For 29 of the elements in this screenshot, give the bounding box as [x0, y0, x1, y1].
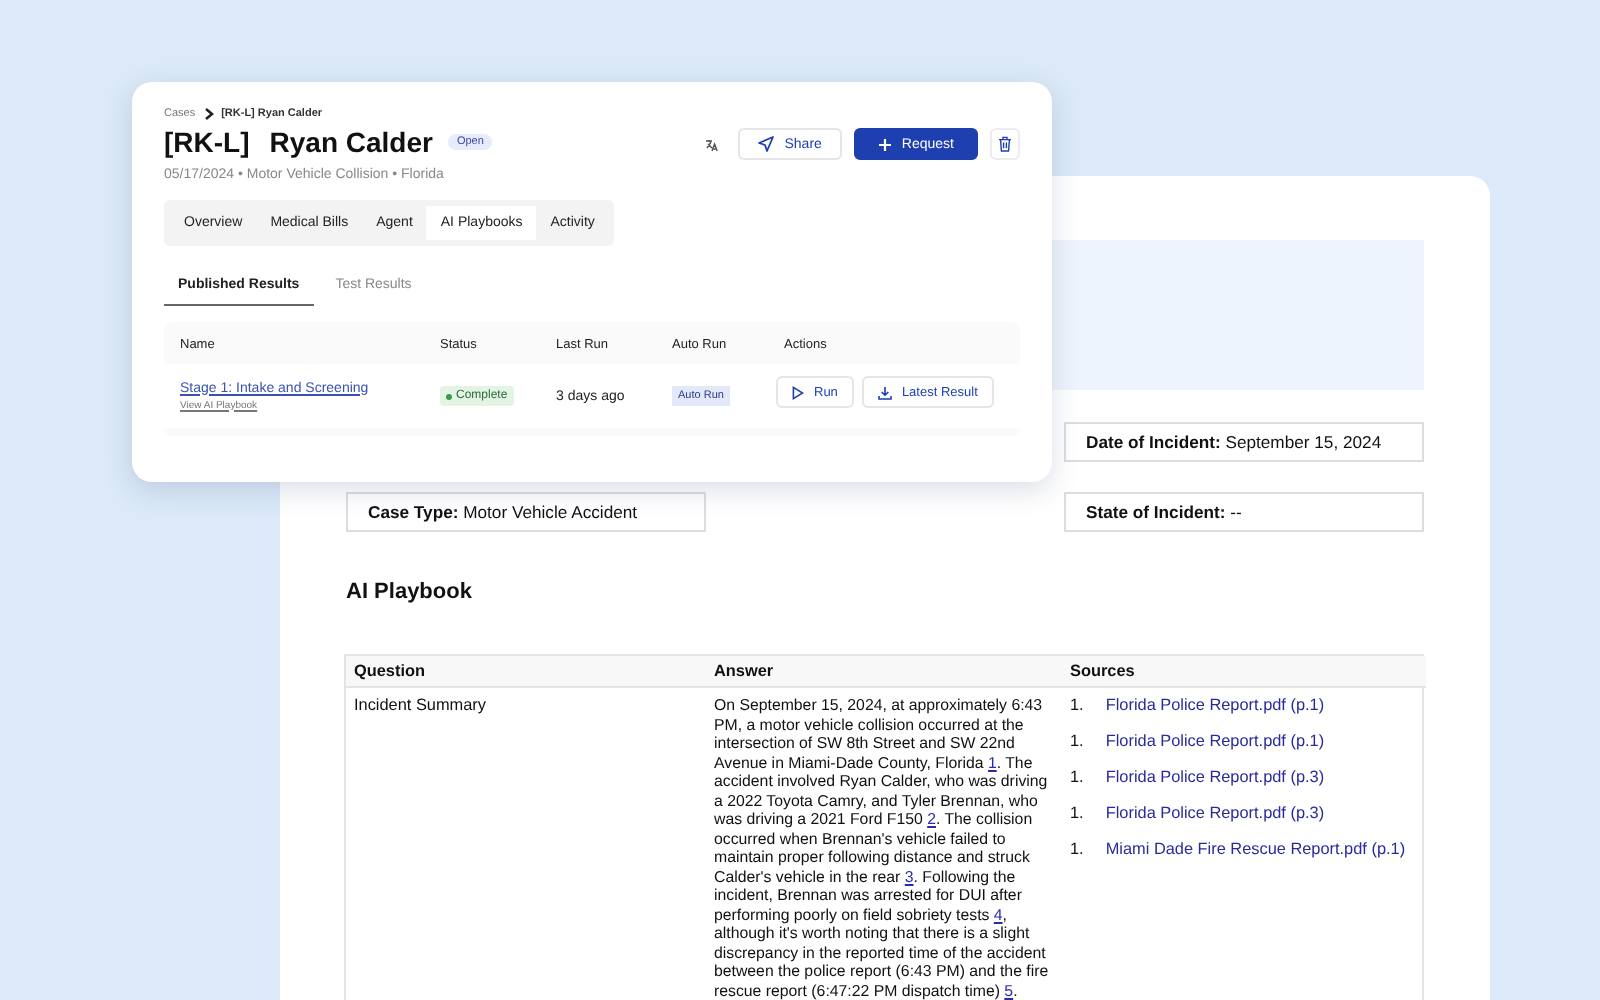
source-link[interactable]: Florida Police Report.pdf (p.1) [1105, 696, 1325, 715]
source-link[interactable]: Florida Police Report.pdf (p.1) [1105, 732, 1325, 751]
info-field: State of Incident: -- [1064, 492, 1424, 532]
info-field: Case Type: Motor Vehicle Accident [346, 492, 706, 532]
case-title: Ryan Calder [269, 126, 433, 158]
source-link[interactable]: Miami Dade Fire Rescue Report.pdf (p.1) [1105, 840, 1406, 859]
source-link[interactable]: Florida Police Report.pdf (p.3) [1105, 768, 1325, 787]
list-number: 1. [1070, 768, 1084, 787]
trash-icon [998, 136, 1012, 152]
chevron-right-icon [203, 108, 214, 120]
list-number: 1. [1070, 840, 1084, 859]
column-header: Sources [1062, 656, 1426, 688]
download-icon [877, 385, 892, 399]
source-link[interactable]: Florida Police Report.pdf (p.3) [1105, 804, 1325, 823]
plus-icon [877, 137, 892, 151]
table-cell-text: Incident Summary [352, 694, 488, 718]
info-field: Date of Incident: September 15, 2024 [1064, 422, 1424, 462]
translate-icon [704, 137, 719, 151]
status-dot-icon [446, 393, 452, 399]
case-code: [RK-L] [164, 126, 250, 158]
delete-button[interactable] [990, 128, 1020, 160]
section-title: AI Playbook [346, 580, 474, 604]
list-number: 1. [1070, 696, 1084, 715]
send-icon [758, 136, 775, 152]
column-header: Question [346, 656, 706, 688]
play-icon [792, 385, 804, 399]
list-number: 1. [1070, 804, 1084, 823]
list-number: 1. [1070, 732, 1084, 751]
column-header: Answer [706, 656, 1062, 688]
